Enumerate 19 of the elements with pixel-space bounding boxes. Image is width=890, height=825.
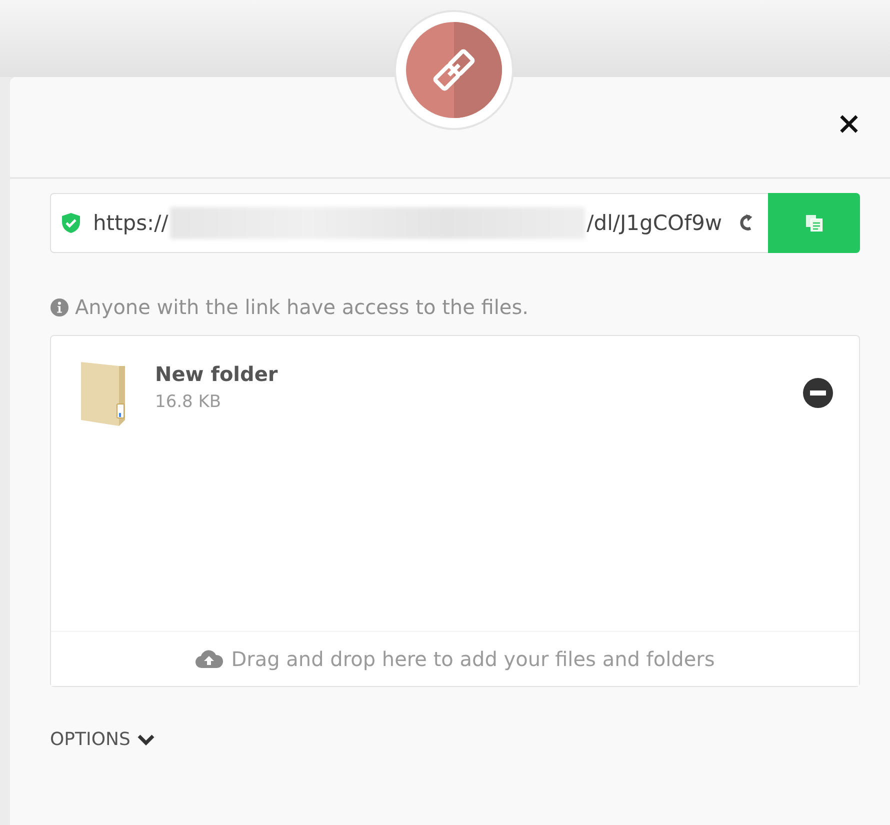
copy-icon [804,213,824,233]
info-icon [50,298,69,316]
info-text: Anyone with the link have access to the files. [75,295,528,319]
chevron-icon [136,732,156,746]
options-toggle[interactable]: OPTIONS [50,729,156,750]
minus-circle-icon [803,378,833,408]
link-end: /dl/J1gCOf9w [586,211,722,235]
dropzone-hint: Drag and drop here to add your files and folders [231,647,715,671]
close-icon [838,113,860,135]
folder-icon [79,360,127,426]
shield-check-icon [61,212,81,234]
chain-link-icon [406,22,502,118]
link-start: https:// [93,211,168,235]
remove-button[interactable] [803,378,833,408]
file-size: 16.8 KB [155,392,222,412]
link-field[interactable]: https:// /dl/J1gCOf9w [50,193,768,253]
refresh-icon[interactable] [740,213,754,233]
file-name: New folder [155,362,279,386]
cloud-upload-icon [195,649,224,669]
